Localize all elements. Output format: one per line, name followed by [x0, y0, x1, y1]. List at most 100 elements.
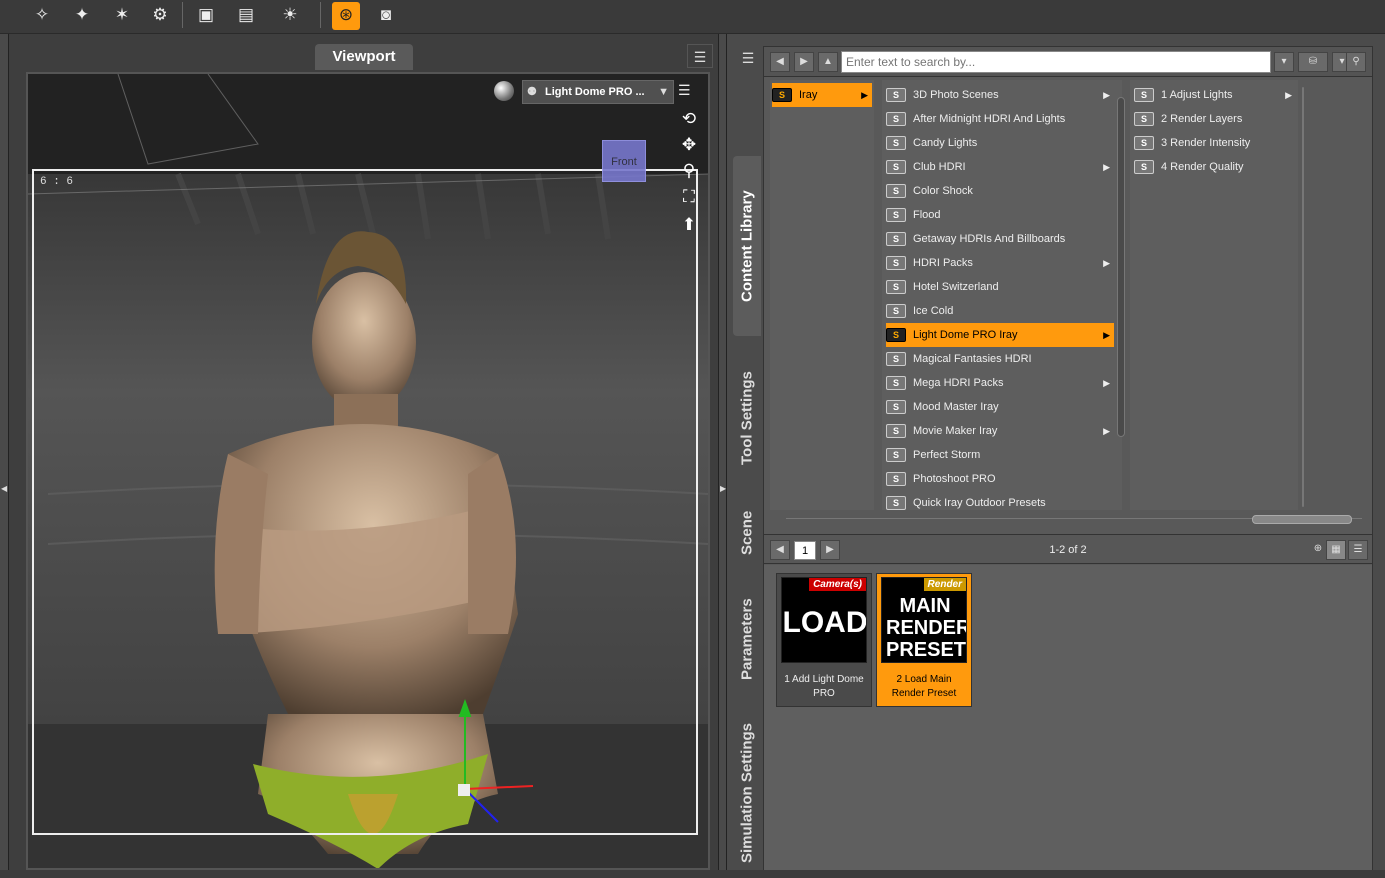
horizontal-scrollbar[interactable] [786, 515, 1362, 526]
folder-icon: S [886, 208, 906, 222]
up-icon[interactable]: ▲ [818, 52, 838, 72]
thumbnail-big-text: LOAD [782, 606, 867, 639]
list-item[interactable]: S 1 Adjust Lights ▶ [1134, 83, 1296, 107]
orbit-icon[interactable]: ⟲ [678, 108, 700, 130]
list-item-label: Hotel Switzerland [913, 281, 999, 293]
column-3-scrollbar[interactable] [1302, 87, 1304, 507]
list-item[interactable]: S Photoshoot PRO [886, 467, 1114, 491]
scene-load-icon[interactable]: ▣ [192, 2, 220, 28]
spotlight-create-icon[interactable]: ✧ [28, 2, 56, 28]
list-item[interactable]: S Color Shock [886, 179, 1114, 203]
list-item[interactable]: S Movie Maker Iray ▶ [886, 419, 1114, 443]
list-item[interactable]: S HDRI Packs ▶ [886, 251, 1114, 275]
forward-icon[interactable]: ▶ [794, 52, 814, 72]
page-number[interactable]: 1 [794, 541, 816, 560]
viewport-options-icon[interactable]: ☰ [678, 82, 691, 99]
tab-simulation-settings[interactable]: Simulation Settings [733, 708, 761, 878]
thumbnail-tag: Camera(s) [809, 578, 866, 591]
pane-menu-icon[interactable]: ☰ [735, 46, 761, 70]
list-view-icon[interactable]: ☰ [1348, 540, 1368, 560]
pane-menu-icon[interactable]: ☰ [687, 44, 713, 68]
list-item-label: Mega HDRI Packs [913, 377, 1004, 389]
list-item[interactable]: S Club HDRI ▶ [886, 155, 1114, 179]
folder-icon: S [886, 472, 906, 486]
back-icon[interactable]: ◀ [770, 52, 790, 72]
list-item[interactable]: S Mega HDRI Packs ▶ [886, 371, 1114, 395]
search-history-dropdown-icon[interactable]: ▾ [1274, 52, 1294, 72]
draw-style-sphere-icon[interactable] [494, 81, 514, 101]
distant-light-icon[interactable]: ✶ [108, 2, 136, 28]
zoom-slider-icon[interactable]: ⊕ [1312, 540, 1324, 560]
list-item[interactable]: S After Midnight HDRI And Lights [886, 107, 1114, 131]
pane-divider[interactable]: ▶ [718, 34, 727, 870]
point-light-create-icon[interactable]: ✦ [68, 2, 96, 28]
camera-icon[interactable]: ◙ [372, 2, 400, 28]
collapse-arrow-icon[interactable]: ◀ [1, 484, 7, 493]
list-item[interactable]: S Quick Iray Outdoor Presets [886, 491, 1114, 515]
search-icon[interactable]: ⚲ [1346, 52, 1366, 72]
view-cube[interactable]: Front [602, 140, 646, 182]
list-item[interactable]: S Candy Lights [886, 131, 1114, 155]
list-item-label: Flood [913, 209, 941, 221]
list-item[interactable]: S 3D Photo Scenes ▶ [886, 83, 1114, 107]
folder-icon: S [886, 88, 906, 102]
folder-icon: S [772, 88, 792, 102]
reset-view-icon[interactable]: ⬆ [678, 214, 700, 236]
list-item[interactable]: S Mood Master Iray [886, 395, 1114, 419]
camera-selector[interactable]: ⚉ Light Dome PRO ... ▼ [522, 80, 674, 104]
list-item[interactable]: S Light Dome PRO Iray ▶ [886, 323, 1114, 347]
next-page-icon[interactable]: ▶ [820, 540, 840, 560]
light-preset-icon[interactable]: ▤ [232, 2, 260, 28]
left-dock-edge[interactable]: ◀ [0, 34, 8, 870]
list-item[interactable]: S Ice Cold [886, 299, 1114, 323]
list-item-label: HDRI Packs [913, 257, 973, 269]
list-item-label: After Midnight HDRI And Lights [913, 113, 1066, 125]
submenu-arrow-icon: ▶ [1285, 90, 1292, 100]
folder-icon: S [886, 184, 906, 198]
database-icon[interactable]: ⛁ [1298, 52, 1328, 72]
submenu-arrow-icon: ▶ [1103, 90, 1110, 100]
list-item[interactable]: S Magical Fantasies HDRI [886, 347, 1114, 371]
main-toolbar: ✧ ✦ ✶ ⚙ ▣ ▤ ☀ ⊛ ◙ [0, 0, 1385, 34]
list-item[interactable]: S 2 Render Layers [1134, 107, 1296, 131]
folder-icon: S [886, 376, 906, 390]
pan-icon[interactable]: ✥ [678, 134, 700, 156]
list-item-label: 3 Render Intensity [1161, 137, 1251, 149]
list-item[interactable]: S Perfect Storm [886, 443, 1114, 467]
list-item[interactable]: S Getaway HDRIs And Billboards [886, 227, 1114, 251]
list-item[interactable]: S Hotel Switzerland [886, 275, 1114, 299]
category-column-1: S Iray ▶ [770, 80, 874, 510]
prev-page-icon[interactable]: ◀ [770, 540, 790, 560]
zoom-icon[interactable]: ⚲ [678, 160, 700, 182]
tab-viewport[interactable]: Viewport [315, 44, 413, 70]
tab-parameters[interactable]: Parameters [733, 584, 761, 694]
render-settings-icon[interactable]: ⊛ [332, 2, 360, 30]
thumbnail-area: Camera(s) LOAD 1 Add Light Dome PRO Rend… [764, 565, 1372, 870]
3d-viewport[interactable]: 6 : 6 ⚉ Light Dome PRO ... ▼ ☰ ⟲ ✥ ⚲ ⛶ ⬆… [26, 72, 710, 870]
folder-icon: S [886, 256, 906, 270]
tab-tool-settings[interactable]: Tool Settings [733, 358, 761, 478]
list-item[interactable]: S 4 Render Quality [1134, 155, 1296, 179]
thumbnail-card[interactable]: Camera(s) LOAD 1 Add Light Dome PRO [776, 573, 872, 707]
thumbnail-card[interactable]: Render MAIN RENDER PRESET 2 Load Main Re… [876, 573, 972, 707]
collapse-arrow-icon[interactable]: ▶ [720, 484, 726, 493]
search-input[interactable] [841, 51, 1271, 73]
tab-scene[interactable]: Scene [733, 498, 761, 568]
folder-icon: S [886, 448, 906, 462]
list-item[interactable]: S 3 Render Intensity [1134, 131, 1296, 155]
list-item-label: Getaway HDRIs And Billboards [913, 233, 1066, 245]
column-2-scrollbar[interactable] [1117, 97, 1125, 437]
list-item-label: 3D Photo Scenes [913, 89, 999, 101]
camera-icon: ⚉ [527, 86, 537, 98]
tab-content-library[interactable]: Content Library [733, 156, 761, 336]
scrollbar-thumb[interactable] [1252, 515, 1352, 524]
list-item-label: Light Dome PRO Iray [913, 329, 1018, 341]
light-settings-icon[interactable]: ⚙ [146, 2, 174, 28]
list-item-label: Movie Maker Iray [913, 425, 998, 437]
list-item-iray[interactable]: S Iray ▶ [772, 83, 872, 107]
frame-icon[interactable]: ⛶ [678, 186, 700, 208]
bulb-icon[interactable]: ☀ [276, 2, 304, 28]
folder-icon: S [1134, 160, 1154, 174]
grid-view-icon[interactable]: ▦ [1326, 540, 1346, 560]
list-item[interactable]: S Flood [886, 203, 1114, 227]
